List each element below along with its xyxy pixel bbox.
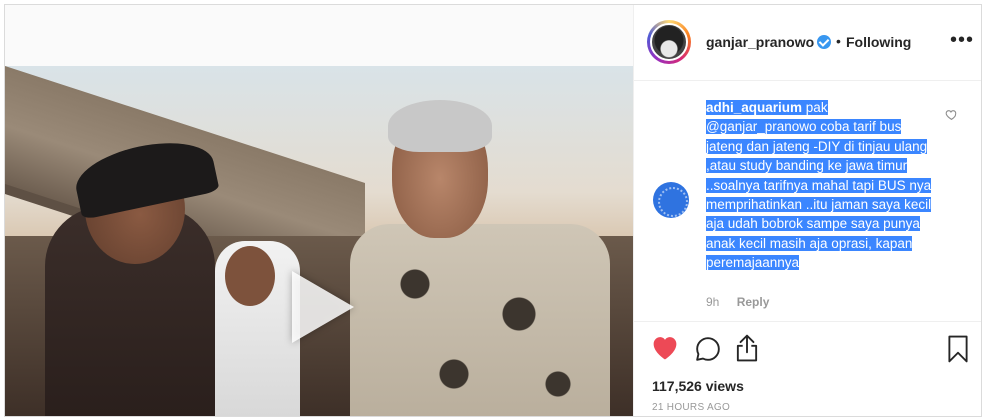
view-count[interactable]: 117,526 views <box>652 378 744 394</box>
comment-text: pak @ganjar_pranowo coba tarif bus jaten… <box>706 100 932 271</box>
post-header: ganjar_pranowo • Following ••• <box>634 5 981 81</box>
commenter-avatar[interactable] <box>653 182 689 218</box>
post-dialog: ganjar_pranowo • Following ••• adhi_aqua… <box>4 4 982 417</box>
video-person-shirt <box>350 224 610 416</box>
heart-outline-icon[interactable] <box>945 108 958 121</box>
post-sidebar: ganjar_pranowo • Following ••• adhi_aqua… <box>633 5 981 416</box>
share-icon[interactable] <box>735 334 759 362</box>
author-username[interactable]: ganjar_pranowo <box>706 34 814 50</box>
play-icon[interactable] <box>292 271 354 343</box>
separator-dot: • <box>836 33 841 49</box>
author-avatar[interactable] <box>647 20 691 64</box>
avatar-image <box>650 23 688 61</box>
comment-body: adhi_aquarium pak @ganjar_pranowo coba t… <box>706 98 941 273</box>
comment-meta: 9h Reply <box>706 295 769 309</box>
post-actions: 117,526 views 21 HOURS AGO <box>634 321 981 416</box>
post-media[interactable] <box>5 5 633 416</box>
post-timestamp[interactable]: 21 HOURS AGO <box>652 402 730 413</box>
commenter-username[interactable]: adhi_aquarium <box>706 100 803 115</box>
video-person <box>225 246 275 306</box>
reply-button[interactable]: Reply <box>737 295 770 309</box>
bookmark-icon[interactable] <box>947 335 969 363</box>
comment-icon[interactable] <box>695 336 721 362</box>
more-horizontal-icon[interactable]: ••• <box>950 30 974 50</box>
video-person <box>350 100 610 416</box>
video-player[interactable] <box>5 66 633 416</box>
video-person-hair <box>388 100 492 152</box>
comment-item: adhi_aquarium pak @ganjar_pranowo coba t… <box>634 81 981 321</box>
comment-time: 9h <box>706 295 720 309</box>
verified-badge-icon <box>817 35 831 49</box>
heart-filled-icon[interactable] <box>652 336 678 360</box>
following-button[interactable]: Following <box>846 34 911 50</box>
